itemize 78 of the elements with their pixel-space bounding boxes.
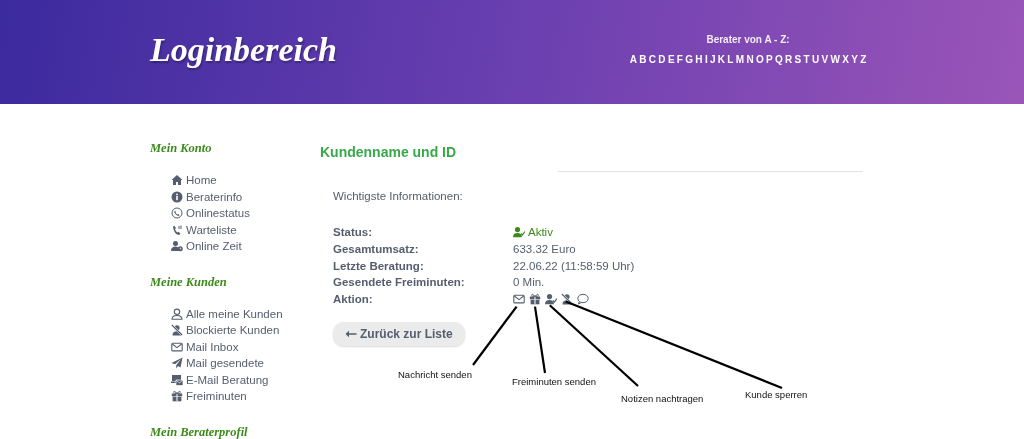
info-icon xyxy=(171,190,183,203)
field-value: 633.32 Euro xyxy=(513,243,576,256)
field-label: Letzte Beratung: xyxy=(333,259,425,272)
nav-link[interactable]: Onlinestatus xyxy=(186,207,250,220)
az-heading: Berater von A - Z: xyxy=(706,33,790,45)
letter-link[interactable]: O xyxy=(755,53,764,65)
mail-icon[interactable] xyxy=(513,292,525,305)
letter-link[interactable]: L xyxy=(727,53,734,65)
gift-icon xyxy=(171,390,183,403)
annotation-label: Freiminuten senden xyxy=(512,376,596,387)
letter-link[interactable]: M xyxy=(735,53,745,65)
paper-plane-icon xyxy=(171,357,183,370)
letter-link[interactable]: U xyxy=(811,53,820,65)
section-intro: Wichtigste Informationen: xyxy=(333,190,463,202)
letter-link[interactable]: X xyxy=(842,53,849,65)
field-label: Gesamtumsatz: xyxy=(333,243,420,256)
letter-link[interactable]: Q xyxy=(774,53,783,65)
field-label: Aktion: xyxy=(333,293,374,306)
letter-link[interactable]: G xyxy=(685,53,694,65)
annotation-label: Nachricht senden xyxy=(398,369,472,380)
letter-link[interactable]: A xyxy=(629,53,637,65)
letter-link[interactable]: H xyxy=(695,53,703,65)
nav-link[interactable]: Warteliste xyxy=(186,223,237,236)
leader-line xyxy=(472,305,518,366)
section-title: Mein Beraterprofil xyxy=(150,424,249,439)
user-slash-icon xyxy=(171,324,183,337)
phone-icon xyxy=(171,207,183,220)
comment-icon[interactable] xyxy=(577,292,589,305)
phone-icon xyxy=(171,223,183,236)
user-slash-icon[interactable] xyxy=(561,292,573,305)
leader-line xyxy=(533,306,547,374)
letter-link[interactable]: C xyxy=(648,53,657,65)
letter-link[interactable]: S xyxy=(794,53,802,65)
home-icon xyxy=(171,174,183,187)
user-check-icon[interactable] xyxy=(545,292,557,305)
mail-icon xyxy=(171,340,183,353)
letter-link[interactable]: E xyxy=(667,53,675,65)
field-value: 22.06.22 (11:58:59 Uhr) xyxy=(513,259,635,272)
letter-link[interactable]: T xyxy=(803,53,810,65)
field-label: Gesendete Freiminuten: xyxy=(333,276,466,289)
letter-link[interactable]: N xyxy=(746,53,754,65)
site-title: Loginbereich xyxy=(150,31,338,69)
nav-link[interactable]: Mail Inbox xyxy=(186,340,239,353)
status-value: Aktiv xyxy=(528,226,553,239)
nav-link[interactable]: Alle meine Kunden xyxy=(186,307,283,320)
letter-link[interactable]: Y xyxy=(851,53,858,65)
nav-link[interactable]: Beraterinfo xyxy=(186,190,243,203)
nav-link[interactable]: Home xyxy=(186,174,217,187)
annotation-label: Notizen nachtragen xyxy=(621,393,704,404)
back-button[interactable]: Zurück zur Liste xyxy=(333,322,465,347)
user-icon xyxy=(171,307,183,320)
letter-link[interactable]: D xyxy=(658,53,666,65)
gift-icon[interactable] xyxy=(529,292,541,305)
letter-link[interactable]: R xyxy=(785,53,793,65)
section-title: Mein Konto xyxy=(150,141,213,157)
letter-link[interactable]: I xyxy=(704,53,708,65)
letter-link[interactable]: W xyxy=(830,53,840,65)
letter-link[interactable]: B xyxy=(639,53,647,65)
letter-link[interactable]: J xyxy=(709,53,716,65)
nav-link[interactable]: Online Zeit xyxy=(186,240,242,253)
letter-link[interactable]: F xyxy=(676,53,683,65)
field-value: 0 Min. xyxy=(513,276,545,289)
nav-link[interactable]: E-Mail Beratung xyxy=(186,373,269,386)
laptop-mail-icon xyxy=(171,373,183,386)
page-heading: Kundenname und ID xyxy=(320,144,458,161)
annotation-label: Kunde sperren xyxy=(745,389,808,400)
letter-link[interactable]: P xyxy=(766,53,773,65)
field-label: Status: xyxy=(333,226,373,239)
letter-link[interactable]: V xyxy=(821,53,829,65)
arrow-left-icon xyxy=(345,329,357,340)
letter-link[interactable]: Z xyxy=(860,53,867,65)
user-check-icon xyxy=(513,226,525,239)
nav-link[interactable]: Blockierte Kunden xyxy=(186,324,280,337)
nav-link[interactable]: Freiminuten xyxy=(186,390,247,403)
user-clock-icon xyxy=(171,240,183,253)
letter-link[interactable]: K xyxy=(717,53,726,65)
section-title: Meine Kunden xyxy=(150,274,228,291)
nav-link[interactable]: Mail gesendete xyxy=(186,357,264,370)
